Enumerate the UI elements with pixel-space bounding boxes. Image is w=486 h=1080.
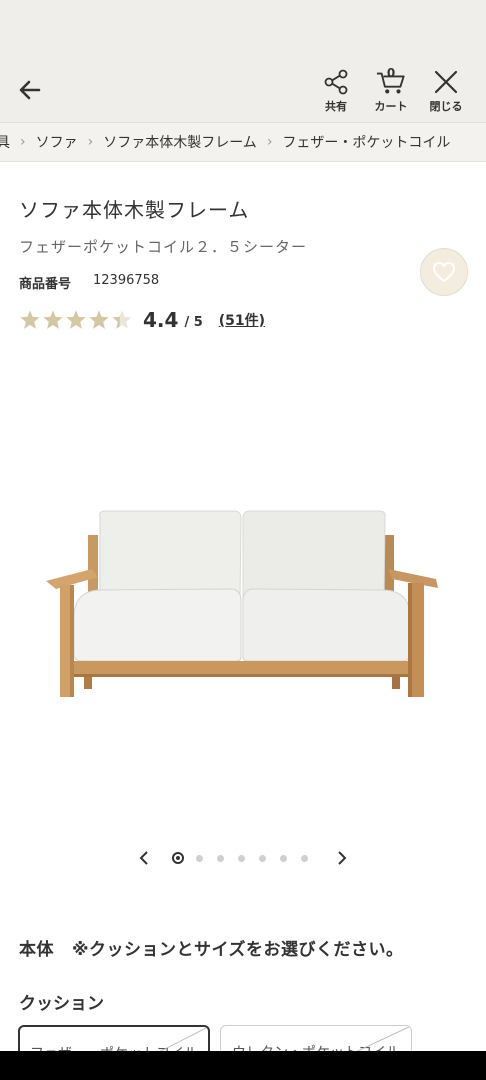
share-label: 共有 [325,100,347,113]
carousel-dots [172,852,322,864]
product-title: ソファ本体木製フレーム [19,198,250,222]
review-count-link[interactable]: (51件) [219,310,265,330]
close-icon [434,70,458,94]
rating-stars [19,309,134,331]
breadcrumb-item[interactable]: ソファ [36,132,78,152]
breadcrumb-item[interactable]: ソファ本体木製フレーム [103,132,257,152]
share-icon [324,69,348,95]
body-section-heading: 本体 ※クッションとサイズをお選びください。 [19,935,404,960]
chevron-right-icon: › [266,134,273,150]
rating-max: / 5 [184,314,203,330]
status-bar-area [0,0,486,60]
carousel-dot[interactable] [259,854,266,862]
back-arrow-icon [19,80,41,100]
share-button[interactable]: 共有 [310,68,362,116]
sku-value: 12396758 [93,273,160,288]
close-label: 閉じる [429,100,463,113]
rating: 4.4 / 5 (51件) [19,306,265,334]
carousel-dot[interactable] [238,854,245,862]
body-label: 本体 [19,940,54,960]
app-header: 共有 0 カート 閉じる [0,60,486,122]
carousel-dot[interactable] [217,854,224,862]
back-button[interactable] [14,74,46,106]
cart-label: カート [374,100,408,113]
carousel-dot[interactable] [280,854,287,862]
product-image[interactable] [0,345,486,825]
favorite-button[interactable] [420,248,468,296]
sku-label: 商品番号 [19,277,72,292]
carousel-prev-button[interactable] [132,846,156,870]
carousel-next-button[interactable] [330,846,354,870]
chevron-right-icon [338,851,347,865]
sofa-image [46,510,438,697]
chevron-left-icon [139,851,148,865]
star-icon [43,310,63,329]
cart-button[interactable]: 0 カート [365,66,417,116]
cart-count-badge: 0 [386,66,396,80]
product-subtitle: フェザーポケットコイル２．５シーター [19,238,308,256]
star-icon [112,310,132,329]
star-icon [20,310,40,329]
carousel-dot-active[interactable] [172,852,184,864]
body-note: ※クッションとサイズをお選びください。 [72,940,404,960]
cushion-section-heading: クッション [19,994,104,1014]
breadcrumb-item[interactable]: フェザー・ポケットコイル [282,132,450,152]
close-button[interactable]: 閉じる [420,68,472,116]
star-icon [66,310,86,329]
breadcrumb-item[interactable]: 具 [0,132,10,152]
rating-value: 4.4 [143,308,179,332]
carousel-dot[interactable] [196,854,203,862]
breadcrumb: 具 › ソファ › ソファ本体木製フレーム › フェザー・ポケットコイル [0,122,486,162]
chevron-right-icon: › [87,134,94,150]
carousel-dot[interactable] [301,854,308,862]
system-navigation-bar [0,1051,486,1080]
chevron-right-icon: › [20,134,26,150]
image-carousel-controls [0,843,486,873]
heart-icon [432,261,456,283]
star-icon [89,310,109,329]
